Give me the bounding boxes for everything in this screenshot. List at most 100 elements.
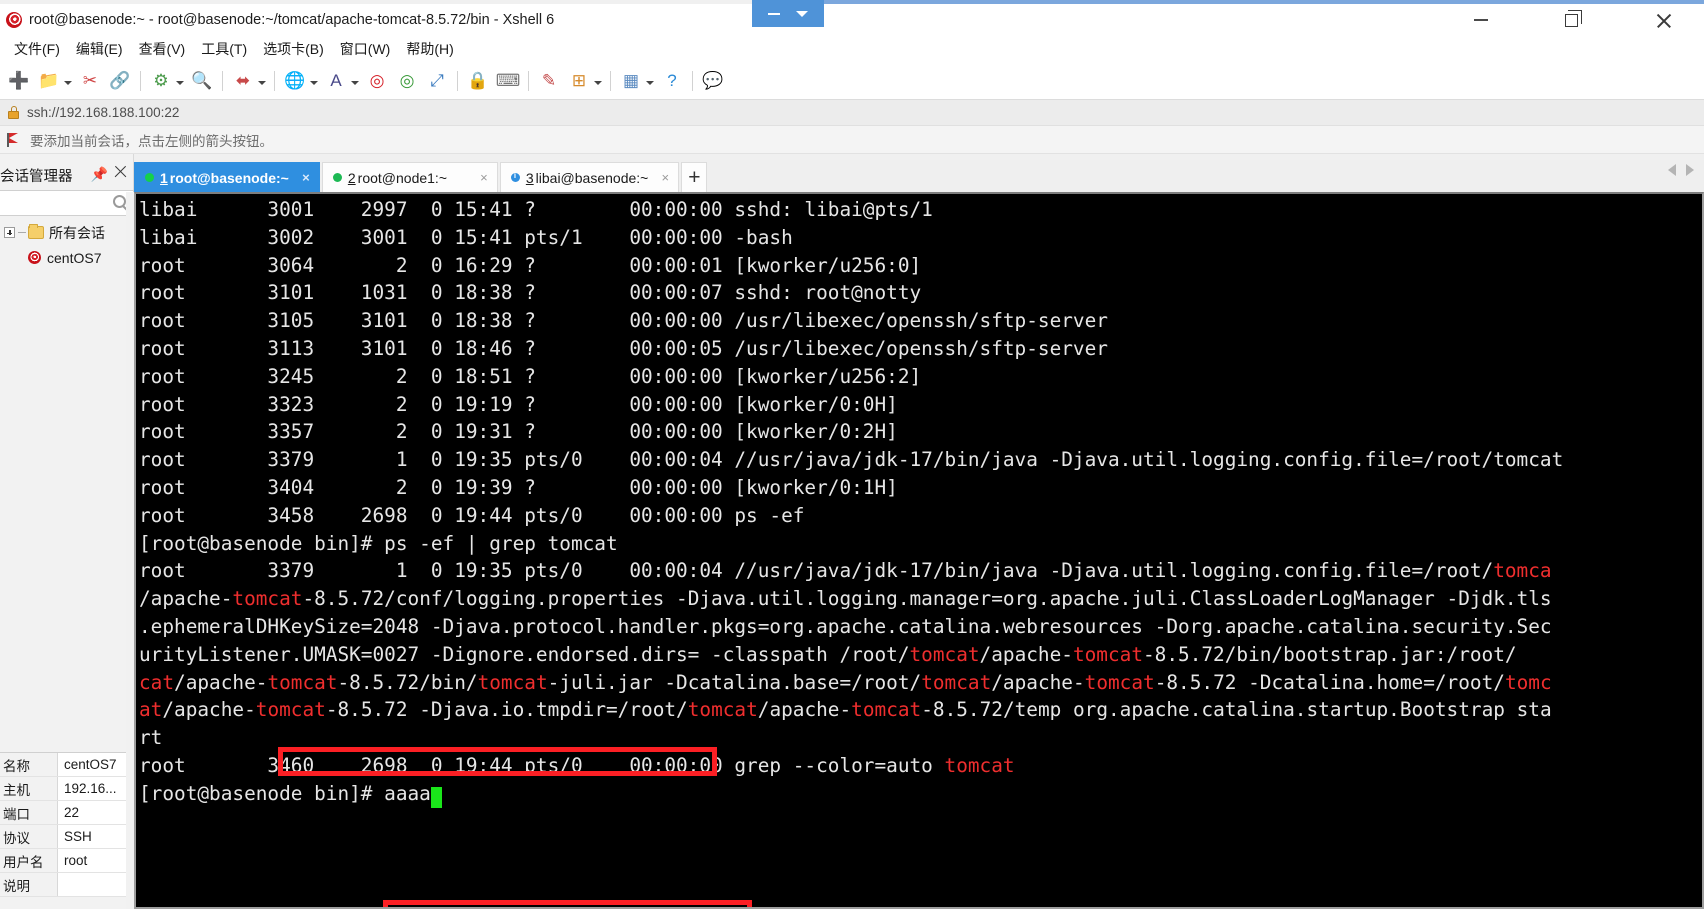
tab-number: 2 bbox=[348, 170, 356, 186]
terminal-view[interactable]: libai 3001 2997 0 15:41 ? 00:00:00 sshd:… bbox=[134, 192, 1704, 909]
font-icon[interactable]: A bbox=[322, 67, 350, 95]
terminal-tab-2[interactable]: 2 root@node1:~× bbox=[322, 162, 498, 192]
property-value bbox=[58, 873, 134, 896]
dropdown-arrow-icon[interactable] bbox=[258, 81, 266, 85]
dropdown-arrow-icon[interactable] bbox=[594, 81, 602, 85]
close-button[interactable] bbox=[1640, 4, 1686, 36]
tab-scroll-controls bbox=[1668, 164, 1694, 176]
tab-close-icon[interactable]: × bbox=[477, 170, 491, 185]
menu-view[interactable]: 查看(V) bbox=[131, 37, 194, 61]
terminal-text: -8.5.72/temp org.apache.catalina.startup… bbox=[921, 698, 1551, 721]
session-manager-panel: 会话管理器 📌 所有会话 centOS7 名称centOS7主机192.16..… bbox=[0, 154, 134, 909]
transfer-icon[interactable]: ⬌ bbox=[229, 67, 257, 95]
address-bar[interactable]: ssh://192.168.188.100:22 bbox=[0, 100, 1704, 126]
terminal-match-text: tomcat bbox=[1085, 671, 1155, 694]
restore-icon bbox=[1565, 14, 1578, 27]
tree-node-all-sessions[interactable]: 所有会话 bbox=[0, 220, 134, 245]
menu-file[interactable]: 文件(F) bbox=[6, 37, 68, 61]
tab-close-icon[interactable]: × bbox=[299, 170, 313, 185]
menu-tabs[interactable]: 选项卡(B) bbox=[255, 37, 332, 61]
property-key: 用户名 bbox=[0, 849, 58, 872]
fullscreen-icon-glyph: ⤢ bbox=[430, 72, 444, 89]
new-file-icon-glyph: ⊞ bbox=[572, 72, 586, 89]
highlight-icon-glyph: ✎ bbox=[542, 72, 556, 89]
status-dot-icon bbox=[145, 173, 154, 182]
lock-icon[interactable]: 🔒 bbox=[464, 67, 492, 95]
minimize-dash-icon bbox=[768, 13, 780, 15]
terminal-line: root 3404 2 0 19:39 ? 00:00:00 [kworker/… bbox=[139, 474, 1699, 502]
disconnect-icon[interactable]: ✂ bbox=[76, 67, 104, 95]
fullscreen-icon[interactable]: ⤢ bbox=[423, 67, 451, 95]
dropdown-arrow-icon[interactable] bbox=[64, 81, 72, 85]
chevron-down-icon bbox=[796, 11, 808, 17]
tab-close-icon[interactable]: × bbox=[658, 170, 672, 185]
spiral-red-icon[interactable]: ◎ bbox=[363, 67, 391, 95]
property-row: 协议SSH bbox=[0, 825, 134, 849]
terminal-text: root 3113 3101 0 18:46 ? 00:00:05 /usr/l… bbox=[139, 337, 1108, 360]
terminal-output: libai 3001 2997 0 15:41 ? 00:00:00 sshd:… bbox=[139, 196, 1699, 808]
maximize-restore-button[interactable] bbox=[1548, 4, 1594, 36]
session-panel-close-icon[interactable] bbox=[114, 165, 128, 179]
main-toolbar: ➕ 📁 ✂🔗 ⚙ 🔍 ⬌ 🌐 A ◎ ◎ ⤢ 🔒⌨ ✎ ⊞ ▦? 💬 bbox=[0, 62, 1704, 100]
terminal-line: /apache-tomcat-8.5.72/conf/logging.prope… bbox=[139, 585, 1699, 613]
terminal-line: urityListener.UMASK=0027 -Dignore.endors… bbox=[139, 641, 1699, 669]
dropdown-arrow-icon[interactable] bbox=[646, 81, 654, 85]
terminal-match-text: tomc bbox=[1505, 671, 1552, 694]
keyboard-icon[interactable]: ⌨ bbox=[494, 67, 522, 95]
layout-icon[interactable]: ▦ bbox=[617, 67, 645, 95]
terminal-text: root 3323 2 0 19:19 ? 00:00:00 [kworker/… bbox=[139, 393, 898, 416]
dropdown-arrow-icon[interactable] bbox=[351, 81, 359, 85]
menu-edit[interactable]: 编辑(E) bbox=[68, 37, 131, 61]
link-icon[interactable]: 🔗 bbox=[106, 67, 134, 95]
info-dot-icon bbox=[511, 173, 520, 182]
terminal-text: /apache- bbox=[162, 698, 255, 721]
chevron-right-icon[interactable] bbox=[1686, 164, 1694, 176]
menu-tools[interactable]: 工具(T) bbox=[193, 37, 255, 61]
globe-icon[interactable]: 🌐 bbox=[281, 67, 309, 95]
dropdown-arrow-icon[interactable] bbox=[310, 81, 318, 85]
new-tab-button[interactable]: + bbox=[681, 162, 707, 192]
terminal-text: [root@basenode bin]# ps -ef | grep tomca… bbox=[139, 532, 618, 555]
terminal-tab-1[interactable]: 1 root@basenode:~× bbox=[134, 162, 320, 192]
menu-window[interactable]: 窗口(W) bbox=[332, 37, 399, 61]
panel-splitter[interactable] bbox=[126, 192, 134, 909]
spiral-green-icon-glyph: ◎ bbox=[400, 72, 415, 89]
terminal-text: root 3064 2 0 16:29 ? 00:00:01 [kworker/… bbox=[139, 254, 921, 277]
pin-icon[interactable]: 📌 bbox=[91, 166, 108, 183]
open-folder-icon[interactable]: 📁 bbox=[35, 67, 63, 95]
terminal-text: root 3379 1 0 19:35 pts/0 00:00:04 //usr… bbox=[139, 559, 1493, 582]
tree-node-centos7[interactable]: centOS7 bbox=[0, 245, 134, 270]
help-icon-glyph: ? bbox=[667, 72, 676, 89]
highlight-icon[interactable]: ✎ bbox=[535, 67, 563, 95]
spiral-green-icon[interactable]: ◎ bbox=[393, 67, 421, 95]
toolbar-separator bbox=[692, 71, 693, 91]
tab-label: root@basenode:~ bbox=[170, 170, 289, 186]
terminal-match-text: tomcat bbox=[921, 671, 991, 694]
toolbar-separator bbox=[610, 71, 611, 91]
terminal-tab-3[interactable]: 3 libai@basenode:~× bbox=[500, 162, 679, 192]
help-icon[interactable]: ? bbox=[658, 67, 686, 95]
minimize-button[interactable] bbox=[1458, 4, 1504, 36]
open-folder-icon-glyph: 📁 bbox=[38, 72, 59, 89]
tab-number: 3 bbox=[526, 170, 534, 186]
title-quick-menu-button[interactable] bbox=[752, 0, 824, 27]
xshell-logo-icon bbox=[5, 11, 23, 29]
expand-toggle-icon[interactable] bbox=[4, 227, 15, 238]
new-session-icon[interactable]: ➕ bbox=[5, 67, 33, 95]
terminal-line: root 3105 3101 0 18:38 ? 00:00:00 /usr/l… bbox=[139, 307, 1699, 335]
layout-icon-glyph: ▦ bbox=[623, 72, 639, 89]
terminal-tab-bar: 1 root@basenode:~×2 root@node1:~×3 libai… bbox=[134, 160, 1704, 192]
session-properties-icon[interactable]: ⚙ bbox=[147, 67, 175, 95]
chat-icon-glyph: 💬 bbox=[702, 72, 723, 89]
dropdown-arrow-icon[interactable] bbox=[176, 81, 184, 85]
menu-help[interactable]: 帮助(H) bbox=[398, 37, 461, 61]
terminal-line: root 3460 2698 0 19:44 pts/0 00:00:00 gr… bbox=[139, 752, 1699, 780]
terminal-line: root 3101 1031 0 18:38 ? 00:00:07 sshd: … bbox=[139, 279, 1699, 307]
new-file-icon[interactable]: ⊞ bbox=[565, 67, 593, 95]
toolbar-separator bbox=[140, 71, 141, 91]
find-icon[interactable]: 🔍 bbox=[188, 67, 216, 95]
terminal-text: root 3379 1 0 19:35 pts/0 00:00:04 //usr… bbox=[139, 448, 1563, 471]
chat-icon[interactable]: 💬 bbox=[699, 67, 727, 95]
chevron-left-icon[interactable] bbox=[1668, 164, 1676, 176]
session-search-input[interactable] bbox=[0, 190, 134, 216]
